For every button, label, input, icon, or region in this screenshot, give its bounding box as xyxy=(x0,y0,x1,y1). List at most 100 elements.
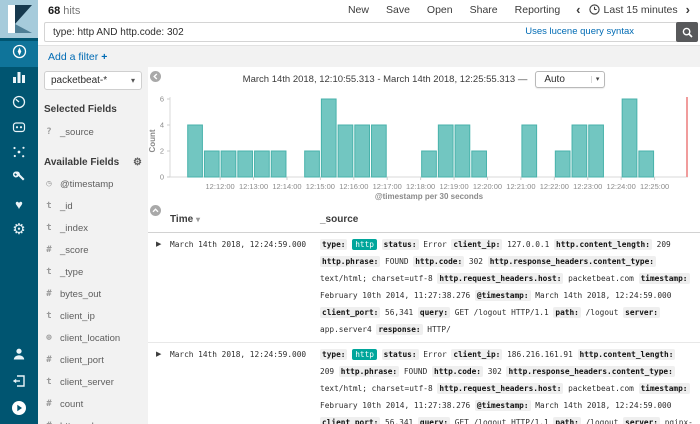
histogram-bar[interactable] xyxy=(238,151,253,177)
nav-link-open[interactable]: Open xyxy=(427,4,453,16)
interval-select[interactable]: Auto ▾ xyxy=(535,71,605,88)
histogram-bar[interactable] xyxy=(255,151,270,177)
time-prev-button[interactable]: ‹ xyxy=(576,3,580,16)
field-item-@timestamp[interactable]: ◷@timestamp xyxy=(44,173,142,195)
document-rows: ▶ March 14th 2018, 12:24:59.000 type: http… xyxy=(148,233,700,424)
lucene-syntax-link[interactable]: Uses lucene query syntax xyxy=(525,26,634,37)
rail-dev-tools[interactable] xyxy=(0,167,38,192)
field-label-chip: path: xyxy=(553,417,580,424)
expand-row-button[interactable]: ▶ xyxy=(156,240,170,338)
field-label-chip: type: xyxy=(320,239,347,250)
field-label-chip: @timestamp: xyxy=(475,400,531,411)
interval-value: Auto xyxy=(544,74,590,85)
histogram-bar[interactable] xyxy=(438,125,453,177)
clock-field-type-icon: ◷ xyxy=(44,179,54,189)
histogram-bar[interactable] xyxy=(572,125,587,177)
svg-text:12:15:00: 12:15:00 xyxy=(306,182,335,191)
field-item-client_server[interactable]: tclient_server xyxy=(44,371,142,393)
histogram-bar[interactable] xyxy=(271,151,286,177)
nav-link-reporting[interactable]: Reporting xyxy=(515,4,561,16)
histogram-bar[interactable] xyxy=(422,151,437,177)
time-range-label: Last 15 minutes xyxy=(604,4,678,16)
text-field-type-icon: t xyxy=(44,267,54,277)
histogram-bar[interactable] xyxy=(472,151,487,177)
field-item-count[interactable]: #count xyxy=(44,393,142,415)
nav-link-new[interactable]: New xyxy=(348,4,369,16)
histogram-bar[interactable] xyxy=(188,125,203,177)
field-item-_id[interactable]: t_id xyxy=(44,195,142,217)
histogram-bar[interactable] xyxy=(321,99,336,177)
histogram-header: March 14th 2018, 12:10:55.313 - March 14… xyxy=(148,69,700,89)
field-value: March 14th 2018, 12:24:59.000 xyxy=(535,291,671,300)
field-name: _score xyxy=(60,245,89,256)
field-settings-gear-icon[interactable]: ⚙ xyxy=(133,157,142,168)
column-header-time[interactable]: Time ▾ xyxy=(170,214,200,225)
field-value: text/html; charset=utf-8 xyxy=(320,384,433,393)
rail-machine-learning[interactable] xyxy=(0,142,38,167)
histogram-bar[interactable] xyxy=(455,125,470,177)
histogram-bar[interactable] xyxy=(221,151,236,177)
field-label-chip: client_port: xyxy=(320,417,380,424)
histogram-bar[interactable] xyxy=(338,125,353,177)
kibana-logo[interactable] xyxy=(0,0,38,38)
wrench-icon xyxy=(12,170,26,189)
rail-monitoring[interactable]: ♥ xyxy=(0,192,38,217)
field-item-_type[interactable]: t_type xyxy=(44,261,142,283)
field-item-client_ip[interactable]: tclient_ip xyxy=(44,305,142,327)
time-range-button[interactable]: Last 15 minutes xyxy=(589,4,678,16)
field-item-client_location[interactable]: ⊕client_location xyxy=(44,327,142,349)
histogram-bar[interactable] xyxy=(589,125,604,177)
time-picker: ‹ Last 15 minutes › xyxy=(576,3,690,16)
discover-content: March 14th 2018, 12:10:55.313 - March 14… xyxy=(148,67,700,424)
rail-visualize[interactable] xyxy=(0,67,38,92)
search-button[interactable] xyxy=(676,22,698,42)
svg-text:6: 6 xyxy=(160,95,164,104)
rail-logout[interactable] xyxy=(0,370,38,397)
rail-timelion[interactable] xyxy=(0,117,38,142)
time-next-button[interactable]: › xyxy=(686,3,690,16)
field-label-chip: http.request_headers.host: xyxy=(437,383,563,394)
rail-discover[interactable] xyxy=(0,41,38,67)
kibana-discover-app: ♥ ⚙ 68hits New Save Open Share Reporting xyxy=(0,0,700,424)
histogram-bar[interactable] xyxy=(522,125,537,177)
histogram-bar[interactable] xyxy=(355,125,370,177)
field-label-chip: http.content_length: xyxy=(578,349,676,360)
time-range-text: March 14th 2018, 12:10:55.313 - March 14… xyxy=(243,74,528,85)
expand-row-button[interactable]: ▶ xyxy=(156,350,170,424)
rail-collapse-nav[interactable] xyxy=(0,397,38,424)
selected-fields-list: ?_source xyxy=(44,121,142,143)
doc-source-cell: type: http status: Error client_ip: 186.… xyxy=(320,346,694,424)
rail-dashboard[interactable] xyxy=(0,92,38,117)
rail-user-account[interactable] xyxy=(0,343,38,370)
field-value: 186.216.161.91 xyxy=(507,350,573,359)
histogram-bar[interactable] xyxy=(622,99,637,177)
histogram-bar[interactable] xyxy=(555,151,570,177)
fields-sidebar: packetbeat-* ▾ Selected Fields ?_source … xyxy=(38,67,148,424)
add-filter-button[interactable]: Add a filter+ xyxy=(48,51,107,63)
field-item-_index[interactable]: t_index xyxy=(44,217,142,239)
hits-histogram[interactable]: 024612:12:0012:13:0012:14:0012:15:0012:1… xyxy=(148,91,696,203)
histogram-bar[interactable] xyxy=(639,151,654,177)
highlighted-value: http xyxy=(352,239,377,250)
histogram-bar[interactable] xyxy=(372,125,387,177)
timelion-icon xyxy=(12,120,26,139)
field-item-bytes_out[interactable]: #bytes_out xyxy=(44,283,142,305)
svg-text:0: 0 xyxy=(160,173,164,182)
field-item-http.code[interactable]: #http.code xyxy=(44,415,142,424)
histogram-bar[interactable] xyxy=(305,151,320,177)
field-label-chip: response: xyxy=(376,324,422,335)
histogram-bar[interactable] xyxy=(204,151,219,177)
field-label-chip: http.code: xyxy=(413,256,464,267)
nav-link-save[interactable]: Save xyxy=(386,4,410,16)
field-label-chip: http.phrase: xyxy=(339,366,399,377)
field-item-_source[interactable]: ?_source xyxy=(44,121,142,143)
hits-counter: 68hits xyxy=(48,1,80,19)
nav-link-share[interactable]: Share xyxy=(470,4,498,16)
doc-row: ▶March 14th 2018, 12:24:59.000type: http… xyxy=(148,343,700,424)
field-label-chip: http.response_headers.content_type: xyxy=(488,256,656,267)
field-item-_score[interactable]: #_score xyxy=(44,239,142,261)
field-item-client_port[interactable]: #client_port xyxy=(44,349,142,371)
index-pattern-select[interactable]: packetbeat-* ▾ xyxy=(44,71,142,90)
rail-management[interactable]: ⚙ xyxy=(0,217,38,242)
field-value: GET /logout HTTP/1.1 xyxy=(455,418,549,424)
